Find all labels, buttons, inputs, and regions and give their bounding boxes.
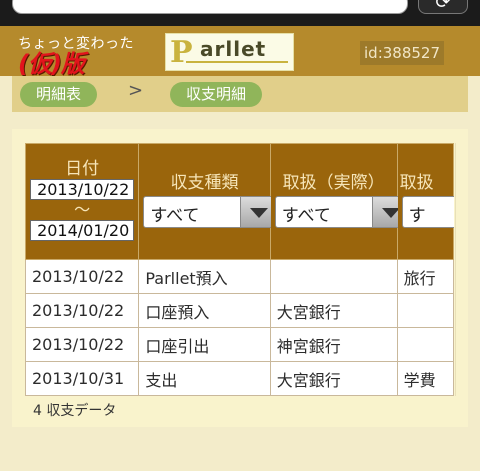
parllet-logo-underline <box>186 61 288 63</box>
row-date: 2013/10/22 <box>25 293 140 328</box>
extra-header-label: 取扱 <box>399 173 434 193</box>
parllet-logo[interactable]: P arllet <box>165 33 294 71</box>
breadcrumb-item-income-expense[interactable]: 収支明細 <box>170 82 263 107</box>
extra-filter-value: す <box>408 206 426 226</box>
record-count: 4 収支データ <box>33 403 117 419</box>
row-type: 支出 <box>138 361 271 396</box>
table-row[interactable]: 2013/10/22 口座引出 神宮銀行 <box>25 327 454 362</box>
row-handling: 大宮銀行 <box>269 293 398 328</box>
column-header-date: 日付 2013/10/22 〜 2014/01/20 <box>25 143 140 260</box>
table-row[interactable]: 2013/10/22 口座預入 大宮銀行 <box>25 293 454 328</box>
handling-header-label: 取扱（実際） <box>282 173 385 193</box>
row-extra <box>396 293 454 328</box>
row-type: Parllet預入 <box>138 259 271 294</box>
handling-filter-select[interactable]: すべて <box>274 196 409 228</box>
column-header-extra: 取扱 す <box>396 143 454 260</box>
column-header-type: 収支種類 すべて <box>138 143 278 260</box>
type-filter-value: すべて <box>150 206 200 226</box>
row-handling: 大宮銀行 <box>269 361 398 396</box>
column-header-handling: 取扱（実際） すべて <box>269 143 409 260</box>
date-from-input[interactable]: 2013/10/22 <box>30 179 135 200</box>
date-range-tilde: 〜 <box>74 200 91 219</box>
table-row[interactable]: 2013/10/22 Parllet預入 旅行 <box>25 259 454 294</box>
table-header-row: 日付 2013/10/22 〜 2014/01/20 収支種類 すべて 取扱（実… <box>25 143 454 260</box>
reload-icon[interactable]: ⟳ <box>418 0 468 14</box>
date-header-label: 日付 <box>65 159 100 179</box>
row-handling <box>269 259 398 294</box>
row-type: 口座引出 <box>138 327 271 362</box>
row-extra <box>396 327 454 362</box>
row-date: 2013/10/31 <box>25 361 140 396</box>
handling-filter-value: すべて <box>281 206 331 226</box>
row-date: 2013/10/22 <box>25 259 140 294</box>
extra-filter-select[interactable]: す <box>401 196 454 228</box>
table-edge <box>455 143 456 396</box>
table-scroll-area[interactable]: 日付 2013/10/22 〜 2014/01/20 収支種類 すべて 取扱（実… <box>25 143 454 396</box>
url-bar[interactable] <box>12 0 408 14</box>
table-row[interactable]: 2013/10/31 支出 大宮銀行 学費 <box>25 361 454 396</box>
row-handling: 神宮銀行 <box>269 327 398 362</box>
date-to-input[interactable]: 2014/01/20 <box>30 220 135 241</box>
type-filter-select[interactable]: すべて <box>143 196 278 228</box>
row-date: 2013/10/22 <box>25 327 140 362</box>
type-header-label: 収支種類 <box>170 173 239 193</box>
breadcrumb-separator: > <box>128 80 144 101</box>
row-extra: 学費 <box>396 361 454 396</box>
parllet-logo-p: P <box>170 35 193 70</box>
row-type: 口座預入 <box>138 293 271 328</box>
logo-title: (仮)版 <box>18 50 85 78</box>
transactions-table: 日付 2013/10/22 〜 2014/01/20 収支種類 すべて 取扱（実… <box>25 143 454 396</box>
parllet-logo-text: arllet <box>200 37 267 61</box>
user-id-label: id:388527 <box>360 41 445 65</box>
row-extra: 旅行 <box>396 259 454 294</box>
breadcrumb-item-statement[interactable]: 明細表 <box>20 82 98 107</box>
